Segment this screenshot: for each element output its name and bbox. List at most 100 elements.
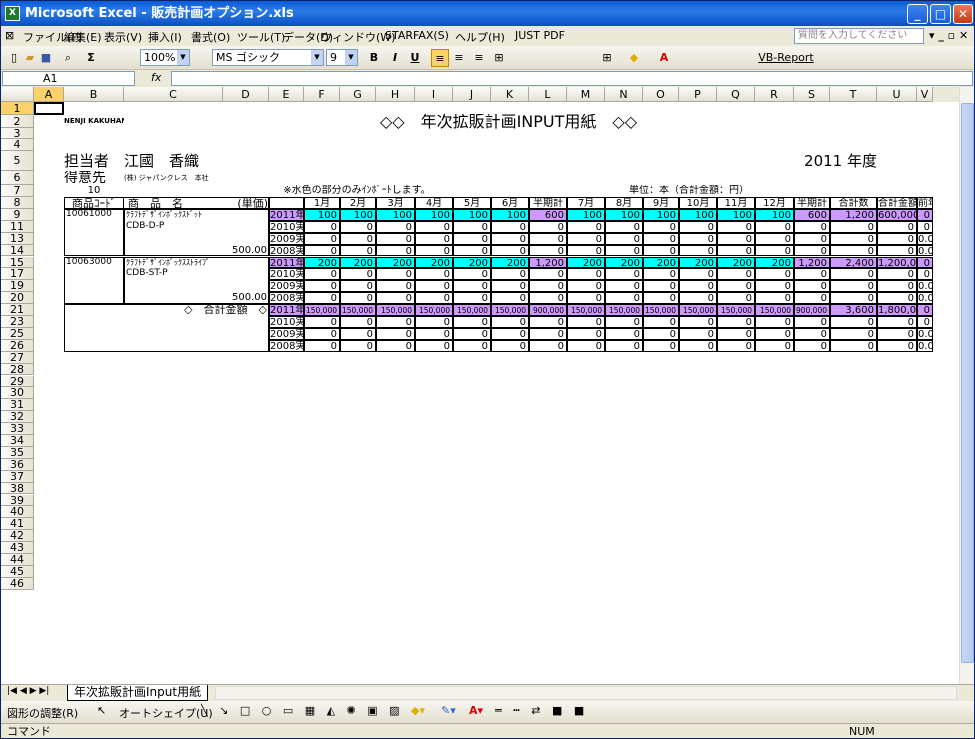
autosum-button[interactable]: Σ	[81, 49, 101, 67]
col-header-E[interactable]: E	[269, 87, 304, 102]
pointer-icon[interactable]: ↖	[97, 704, 106, 717]
print-preview-icon[interactable]: ⌕	[61, 49, 75, 67]
doc-window-controls[interactable]: ▾ _ ▫ ✕	[929, 29, 968, 42]
horizontal-scrollbar[interactable]	[215, 686, 957, 700]
vb-report-button[interactable]: VB-Report	[751, 49, 821, 67]
col-header-H[interactable]: H	[376, 87, 415, 102]
col-header-I[interactable]: I	[415, 87, 453, 102]
data-cell: 0	[643, 232, 679, 245]
bold-button[interactable]: B	[366, 49, 382, 67]
product-name: ｸﾗﾌﾄﾃﾞｻﾞｲﾝﾎﾞｯｸｽｽﾄﾗｲﾌﾟ	[126, 257, 210, 267]
col-header-O[interactable]: O	[643, 87, 679, 102]
scroll-thumb[interactable]	[961, 103, 974, 663]
borders-icon[interactable]: ⊞	[599, 49, 615, 67]
col-header-N[interactable]: N	[605, 87, 643, 102]
data-cell: 0	[376, 292, 415, 305]
close-button[interactable]: ✕	[953, 4, 973, 24]
fill-color-icon[interactable]: ◆	[626, 49, 642, 67]
col-header-K[interactable]: K	[491, 87, 529, 102]
font-color-icon[interactable]: A	[656, 49, 672, 67]
col-header-V[interactable]: V	[917, 87, 933, 102]
line-color-icon[interactable]: ✎▾	[441, 704, 456, 717]
draw-adjust-menu[interactable]: 図形の調整(R)	[7, 705, 78, 721]
menu-item-3[interactable]: 挿入(I)	[148, 29, 182, 45]
data-cell: 0	[529, 339, 567, 352]
excel-icon[interactable]: X	[5, 6, 20, 21]
row-header-28[interactable]: 28	[1, 363, 34, 376]
row-header-36[interactable]: 36	[1, 458, 34, 471]
row-header-45[interactable]: 45	[1, 565, 34, 578]
row-header-5[interactable]: 5	[1, 151, 34, 171]
menu-item-5[interactable]: ツール(T)	[237, 29, 285, 45]
row-header-38[interactable]: 38	[1, 482, 34, 495]
sheet-tab[interactable]: 年次拡販計画Input用紙	[67, 685, 209, 701]
row-header-6[interactable]: 6	[1, 171, 34, 185]
maximize-button[interactable]: □	[930, 4, 951, 24]
italic-button[interactable]: I	[387, 49, 403, 67]
font-color-icon[interactable]: A▾	[469, 704, 483, 717]
col-header-A[interactable]: A	[34, 87, 64, 102]
col-header-T[interactable]: T	[830, 87, 877, 102]
menu-item-4[interactable]: 書式(O)	[191, 29, 230, 45]
col-header-L[interactable]: L	[529, 87, 567, 102]
minimize-button[interactable]: _	[907, 4, 928, 24]
shape-icons[interactable]: ╲ ↘ □ ○ ▭ ▦ ◭ ✺ ▣ ▨	[201, 704, 404, 717]
menu-item-10[interactable]: JUST PDF	[515, 29, 565, 42]
formula-input[interactable]	[171, 71, 973, 86]
open-icon[interactable]: ▰	[23, 49, 37, 67]
merge-icon[interactable]: ⊞	[491, 49, 507, 67]
row-header-4[interactable]: 4	[1, 139, 34, 151]
data-cell: 0	[304, 244, 340, 257]
worksheet-grid[interactable]: ABCDEFGHIJKLMNOPQRSTUV 1 2 3 4 5 6 7 8 9 11 13 14 15…	[1, 87, 959, 684]
row-header-13[interactable]: 13	[1, 232, 34, 245]
underline-button[interactable]: U	[407, 49, 423, 67]
row-header-1[interactable]: 1	[1, 102, 34, 115]
vertical-scrollbar[interactable]	[959, 87, 974, 684]
col-header-F[interactable]: F	[304, 87, 340, 102]
col-header-R[interactable]: R	[755, 87, 794, 102]
row-header-26[interactable]: 26	[1, 339, 34, 352]
data-cell: 0	[340, 339, 376, 352]
col-header-B[interactable]: B	[64, 87, 124, 102]
row-header-14[interactable]: 14	[1, 244, 34, 257]
menu-item-1[interactable]: 編集(E)	[64, 29, 102, 45]
col-header-G[interactable]: G	[340, 87, 376, 102]
fill-color-icon[interactable]: ◆▾	[411, 704, 425, 717]
font-size-select[interactable]: 9 ▼	[326, 49, 358, 66]
row-header-9[interactable]: 9	[1, 208, 34, 221]
row-header-25[interactable]: 25	[1, 327, 34, 340]
row-header-37[interactable]: 37	[1, 470, 34, 483]
col-header-J[interactable]: J	[453, 87, 491, 102]
align-center-icon[interactable]: ≡	[451, 49, 467, 67]
autoshape-menu[interactable]: オートシェイプ(U)	[119, 705, 213, 721]
col-header-S[interactable]: S	[794, 87, 830, 102]
select-all-button[interactable]	[1, 87, 34, 102]
line-style-icons[interactable]: ═ ┅ ⇄ ■ ■	[495, 704, 588, 717]
menu-item-9[interactable]: ヘルプ(H)	[455, 29, 505, 45]
row-header-35[interactable]: 35	[1, 446, 34, 459]
row-header-27[interactable]: 27	[1, 351, 34, 364]
help-search-box[interactable]: 質問を入力してください	[794, 28, 924, 44]
sheet-doc-icon[interactable]: ⊠	[5, 29, 14, 42]
zoom-select[interactable]: 100% ▼	[140, 49, 190, 66]
col-header-Q[interactable]: Q	[717, 87, 755, 102]
col-header-D[interactable]: D	[223, 87, 269, 102]
row-type-label: 2011年次	[269, 208, 304, 221]
row-header-11[interactable]: 11	[1, 220, 34, 233]
save-icon[interactable]: ■	[39, 49, 53, 67]
fx-icon[interactable]: fx	[151, 71, 161, 84]
col-header-P[interactable]: P	[679, 87, 717, 102]
col-header-U[interactable]: U	[877, 87, 917, 102]
col-header-C[interactable]: C	[124, 87, 223, 102]
row-header-46[interactable]: 46	[1, 577, 34, 590]
font-select[interactable]: MS ゴシック ▼	[212, 49, 324, 66]
menu-item-2[interactable]: 表示(V)	[104, 29, 142, 45]
new-icon[interactable]: ▯	[7, 49, 21, 67]
col-header-M[interactable]: M	[567, 87, 605, 102]
align-left-icon[interactable]: ≡	[431, 49, 449, 67]
name-box[interactable]: A1	[2, 71, 135, 86]
data-cell: 100	[643, 208, 679, 221]
tab-nav-icons[interactable]: |◀ ◀ ▶ ▶|	[7, 686, 49, 696]
align-right-icon[interactable]: ≡	[471, 49, 487, 67]
menu-item-8[interactable]: STARFAX(S)	[385, 29, 449, 42]
